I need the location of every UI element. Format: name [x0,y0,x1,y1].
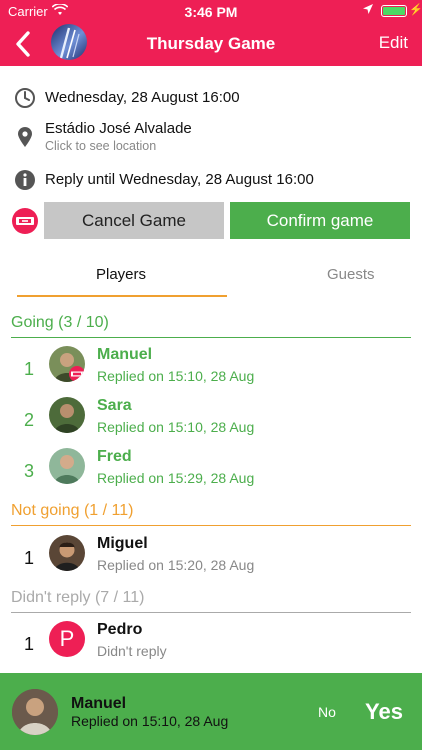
player-name: Sara [97,397,132,414]
current-user-reply-status: Replied on 15:10, 28 Aug [71,713,229,729]
avatar [49,448,85,484]
nav-bar: Thursday Game Edit [0,22,422,66]
info-icon [14,169,36,191]
player-row[interactable]: 2 Sara Replied on 15:10, 28 Aug [0,397,422,447]
top-bar: Carrier 3:46 PM ⚡ Thursday Game Edit [0,0,422,66]
edit-button[interactable]: Edit [379,33,408,53]
player-reply-status: Replied on 15:29, 28 Aug [97,470,255,486]
player-rank: 1 [23,548,34,568]
player-name: Pedro [97,621,143,638]
reply-yes-button[interactable]: Yes [365,699,403,725]
avatar [49,535,85,571]
venue-hint[interactable]: Click to see location [45,139,192,153]
event-datetime: Wednesday, 28 August 16:00 [45,89,240,106]
clock-icon [14,87,36,109]
active-tab-indicator [17,295,227,297]
section-going-header: Going (3 / 10) [11,314,411,338]
section-divider [11,337,411,338]
section-not-going-header: Not going (1 / 11) [11,502,411,526]
status-time: 3:46 PM [184,4,238,20]
player-reply-status: Replied on 15:10, 28 Aug [97,419,255,435]
page-title: Thursday Game [146,34,276,53]
venue-row[interactable]: Estádio José Alvalade Click to see locat… [14,120,192,153]
venue-name[interactable]: Estádio José Alvalade [45,120,192,137]
avatar: P [49,621,85,657]
player-reply-status: Replied on 15:20, 28 Aug [97,557,255,573]
player-rank: 3 [23,461,34,481]
section-going-title: Going (3 / 10) [11,314,109,331]
avatar-initial: P [59,626,75,651]
section-no-reply-title: Didn't reply (7 / 11) [11,589,145,606]
player-reply-status: Replied on 15:10, 28 Aug [97,368,255,384]
battery-icon [381,5,407,17]
player-row[interactable]: 3 Fred Replied on 15:29, 28 Aug [0,448,422,498]
location-pin-icon [14,126,36,148]
section-divider [11,525,411,526]
cancel-game-button[interactable]: Cancel Game [44,202,224,239]
section-divider [11,612,411,613]
player-rank: 1 [23,634,34,654]
tab-guests[interactable]: Guests [327,266,375,283]
event-datetime-row: Wednesday, 28 August 16:00 [14,87,240,109]
tab-bar: Players Guests [0,258,422,298]
reply-deadline: Reply until Wednesday, 28 August 16:00 [45,171,314,188]
status-bar: Carrier 3:46 PM ⚡ [0,0,422,22]
player-rank: 2 [23,410,34,430]
current-user-name: Manuel [71,695,127,712]
avatar [49,346,85,382]
section-not-going-title: Not going (1 / 11) [11,502,134,519]
player-row[interactable]: 1 Miguel Replied on 15:20, 28 Aug [0,535,422,585]
player-name: Miguel [97,535,148,552]
player-row[interactable]: 1 P Pedro Didn't reply [0,621,422,671]
reply-deadline-row: Reply until Wednesday, 28 August 16:00 [14,169,314,191]
confirm-game-button[interactable]: Confirm game [230,202,410,239]
location-arrow-icon [362,3,374,18]
charging-icon: ⚡ [409,4,422,16]
player-name: Fred [97,448,132,465]
player-name: Manuel [97,346,153,363]
my-reply-bar: Manuel Replied on 15:10, 28 Aug No Yes [0,673,422,750]
avatar [12,689,58,735]
player-row[interactable]: 1 Manuel Replied on 15:10, 28 Aug [0,346,422,396]
player-reply-status: Didn't reply [97,643,167,659]
tab-players[interactable]: Players [96,266,146,283]
reply-no-button[interactable]: No [318,704,336,720]
app-logo-icon [12,208,38,234]
game-actions: Cancel Game Confirm game [12,202,410,239]
player-rank: 1 [23,359,34,379]
avatar [49,397,85,433]
section-no-reply-header: Didn't reply (7 / 11) [11,589,411,613]
